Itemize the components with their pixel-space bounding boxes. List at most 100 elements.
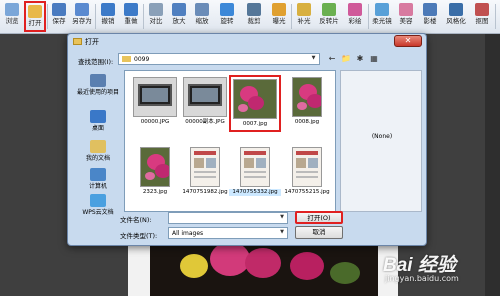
toolbar-item-save-as[interactable]: 另存为 — [70, 1, 94, 32]
toolbar-item-crop[interactable]: 裁剪 — [241, 1, 267, 32]
folder-icon — [122, 56, 131, 62]
toolbar-item-label: 彩绘 — [348, 17, 362, 25]
redo-icon — [124, 3, 138, 16]
file-item[interactable]: 00000.JPG — [129, 77, 181, 126]
watermark: Bai 经验 jingyan.baidu.com — [383, 250, 498, 294]
file-item[interactable]: 1470755332.jpg — [229, 147, 281, 196]
back-icon[interactable]: ← — [326, 53, 338, 65]
file-name: 0008.jpg — [294, 119, 320, 125]
browse-icon — [5, 3, 19, 16]
open-button[interactable]: 打开(O) — [295, 211, 343, 224]
paint-icon — [348, 3, 362, 16]
beauty-icon — [399, 3, 413, 16]
toolbar-item-studio[interactable]: 影楼 — [418, 1, 442, 32]
places-bar: 最近使用的项目桌面我的文档计算机 WPS云文档 — [74, 70, 122, 216]
rotate-icon — [220, 3, 234, 16]
toolbar-item-label: 美容 — [399, 17, 413, 25]
desktop-icon — [90, 110, 106, 123]
file-list: 00000.JPG 00000副本.JPG 0007.jpg 0008.jpg 2323… — [124, 70, 336, 212]
place-item[interactable]: 桌面 — [74, 110, 122, 133]
file-item[interactable]: 1470755215.jpg — [281, 147, 333, 196]
toolbar-item-open-folder[interactable]: 打开 — [24, 1, 46, 32]
file-type-select[interactable]: All images ▼ — [168, 227, 288, 239]
fill-light-icon — [297, 3, 311, 16]
toolbar-separator — [143, 4, 144, 29]
dialog-titlebar[interactable]: 打开 ✕ — [68, 34, 426, 50]
toolbar-item-label: 缩放 — [195, 17, 209, 25]
look-in-label: 查找范围(I): — [78, 58, 114, 66]
toolbar-item-save[interactable]: 保存 — [49, 1, 69, 32]
toolbar-item-resize[interactable]: 缩放 — [191, 1, 213, 32]
cancel-button[interactable]: 取消 — [295, 226, 343, 239]
close-button[interactable]: ✕ — [394, 35, 422, 47]
view-menu-icon[interactable]: ▦ — [368, 53, 380, 65]
file-type-label: 文件类型(T): — [120, 232, 158, 240]
file-item[interactable]: 0008.jpg — [281, 77, 333, 126]
toolbar-item-film[interactable]: 反转片 — [316, 1, 342, 32]
toolbar-item-label: 补光 — [297, 17, 311, 25]
toolbar-item-cutout[interactable]: 抠图 — [470, 1, 494, 32]
toolbar-item-fill-light[interactable]: 补光 — [293, 1, 315, 32]
file-name-input[interactable]: ▼ — [168, 212, 288, 224]
file-thumbnail — [292, 147, 322, 187]
toolbar-item-zoom-in[interactable]: 放大 — [168, 1, 190, 32]
file-thumbnail — [233, 79, 277, 119]
compare-icon — [149, 3, 163, 16]
place-item[interactable]: 最近使用的项目 — [74, 74, 122, 97]
open-folder-icon — [28, 5, 42, 18]
toolbar-separator — [495, 4, 496, 29]
toolbar-item-label: 风格化 — [446, 17, 466, 25]
place-label: 我的文档 — [85, 155, 110, 162]
place-item[interactable]: 我的文档 — [74, 140, 122, 163]
computer-icon — [90, 168, 106, 181]
resize-icon — [195, 3, 209, 16]
up-folder-icon[interactable]: 📁 — [340, 53, 352, 65]
toolbar-item-label: 影楼 — [423, 17, 437, 25]
studio-icon — [423, 3, 437, 16]
place-item[interactable]: 计算机 — [74, 168, 122, 191]
toolbar-item-label: 放大 — [172, 17, 186, 25]
file-item[interactable]: 00000副本.JPG — [179, 77, 231, 126]
toolbar-item-undo[interactable]: 撤销 — [97, 1, 119, 32]
save-icon — [52, 3, 66, 16]
file-name: 1470755332.jpg — [229, 189, 281, 196]
toolbar-item-label: 撤销 — [101, 17, 115, 25]
chevron-down-icon[interactable]: ▼ — [278, 229, 286, 237]
file-name: 1470751982.jpg — [182, 189, 228, 195]
toolbar-item-soft-light[interactable]: 柔光镜 — [370, 1, 394, 32]
toolbar-item-label: 另存为 — [72, 17, 92, 25]
look-in-select[interactable]: 0099 ▼ — [118, 53, 320, 65]
folder-icon — [73, 38, 82, 45]
dialog-title: 打开 — [85, 38, 99, 46]
file-thumbnail — [133, 77, 177, 117]
file-item[interactable]: 1470751982.jpg — [179, 147, 231, 196]
toolbar-item-label: 曝光 — [272, 17, 286, 25]
chevron-down-icon[interactable]: ▼ — [309, 55, 318, 63]
toolbar-item-compare[interactable]: 对比 — [145, 1, 167, 32]
toolbar-separator — [95, 4, 96, 29]
toolbar-item-rotate[interactable]: 旋转 — [214, 1, 240, 32]
new-folder-icon[interactable]: ✱ — [354, 53, 366, 65]
toolbar-item-paint[interactable]: 彩绘 — [343, 1, 367, 32]
toolbar-item-browse[interactable]: 浏览 — [1, 1, 23, 32]
look-in-value: 0099 — [134, 56, 150, 63]
watermark-logo: Bai 经验 — [383, 255, 456, 276]
preview-text: (None) — [371, 133, 393, 140]
file-item[interactable]: 0007.jpg — [229, 75, 281, 132]
toolbar-item-label: 反转片 — [319, 17, 339, 25]
file-name: 00000副本.JPG — [185, 119, 225, 125]
main-toolbar: 浏览 打开 保存 另存为 撤销 重做 对比 放大 缩放 旋转 裁剪 曝光 补光 反转片 彩绘 柔光镜 美容 影楼 风… — [0, 0, 500, 34]
toolbar-item-redo[interactable]: 重做 — [120, 1, 142, 32]
exposure-icon — [272, 3, 286, 16]
toolbar-item-label: 裁剪 — [247, 17, 261, 25]
zoom-in-icon — [172, 3, 186, 16]
chevron-down-icon[interactable]: ▼ — [278, 214, 286, 222]
place-label: 最近使用的项目 — [76, 89, 119, 96]
place-item[interactable]: WPS云文档 — [74, 194, 122, 217]
toolbar-item-beauty[interactable]: 美容 — [395, 1, 417, 32]
undo-icon — [101, 3, 115, 16]
file-thumbnail — [140, 147, 170, 187]
toolbar-item-exposure[interactable]: 曝光 — [268, 1, 290, 32]
file-item[interactable]: 2323.jpg — [129, 147, 181, 196]
toolbar-item-stylize[interactable]: 风格化 — [443, 1, 469, 32]
